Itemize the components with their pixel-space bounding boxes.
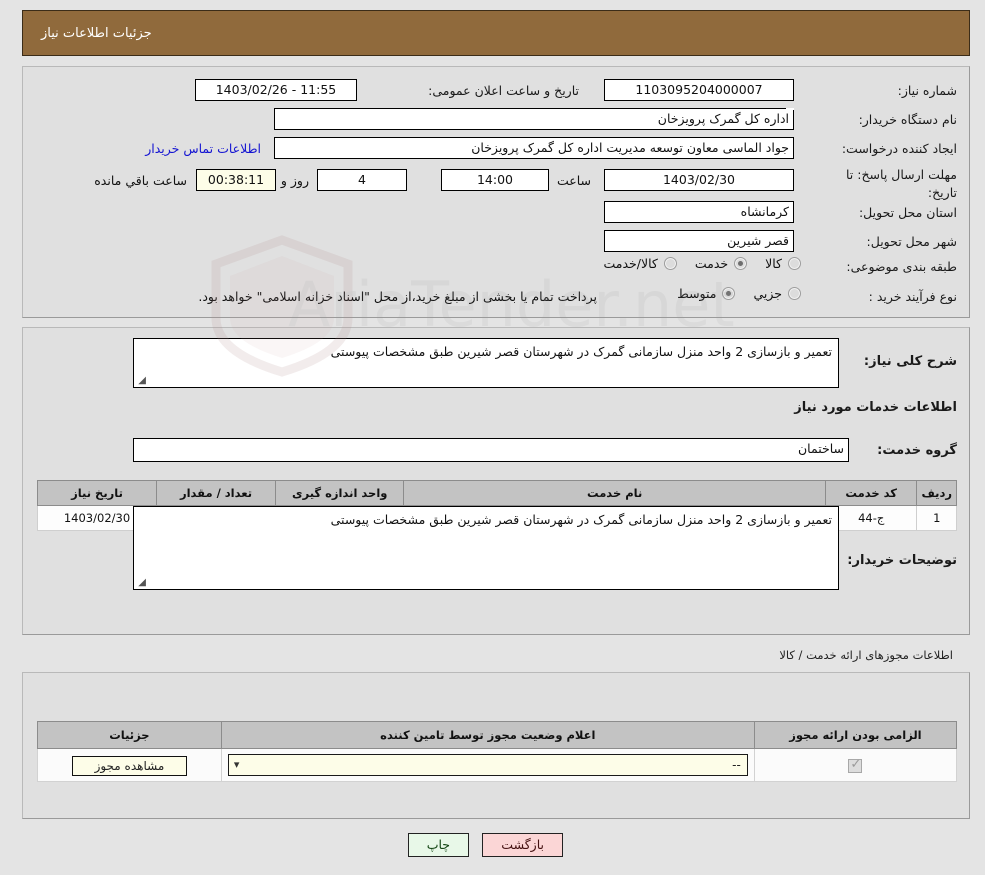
city-label: شهر محل تحویل: <box>866 234 957 249</box>
buyer-org-label: نام دستگاه خریدار: <box>858 112 957 127</box>
buyer-notes-textarea[interactable]: تعمیر و بازسازی 2 واحد منزل سازمانی گمرک… <box>133 506 839 590</box>
back-button[interactable]: بازگشت <box>482 833 563 857</box>
radio-icon[interactable] <box>734 256 748 270</box>
deadline-time-field[interactable]: 14:00 <box>441 169 549 191</box>
category-option-2[interactable]: کالا/خدمت <box>603 255 677 271</box>
countdown-label: ساعت باقي مانده <box>94 173 187 188</box>
category-option-label: خدمت <box>694 256 729 271</box>
category-option-1[interactable]: خدمت <box>694 255 748 271</box>
page-header-bar: جزئیات اطلاعات نیاز <box>22 10 970 56</box>
buyer-notes-label: توضیحات خریدار: <box>847 553 957 568</box>
need-number-field[interactable]: 1103095204000007 <box>604 79 794 101</box>
permits-panel: الزامی بودن ارائه مجوز اعلام وضعیت مجوز ت… <box>22 672 970 819</box>
table-row: -- ▾ مشاهده مجوز <box>37 748 958 782</box>
page-title: جزئیات اطلاعات نیاز <box>41 25 152 41</box>
permit-details-cell: مشاهده مجوز <box>37 748 222 782</box>
permit-status-value: -- <box>732 758 741 772</box>
service-group-label: گروه خدمت: <box>877 443 957 458</box>
permits-table: الزامی بودن ارائه مجوز اعلام وضعیت مجوز ت… <box>37 721 958 782</box>
radio-icon[interactable] <box>788 286 801 300</box>
need-number-label: شماره نیاز: <box>897 83 957 98</box>
checkmark-icon <box>848 757 863 773</box>
permit-required-cell <box>753 748 958 782</box>
radio-icon[interactable] <box>663 256 677 270</box>
announce-datetime-field[interactable]: 11:55 - 1403/02/26 <box>195 79 357 101</box>
category-label: طبقه بندی موضوعی: <box>846 259 957 274</box>
services-cell-row: 1 <box>916 505 957 531</box>
payment-note: پرداخت تمام یا بخشی از مبلغ خرید،از محل … <box>198 289 597 304</box>
requester-label: ایجاد کننده درخواست: <box>841 141 957 156</box>
view-permit-button[interactable]: مشاهده مجوز <box>71 755 188 776</box>
hour-label: ساعت <box>556 173 591 188</box>
process-label: نوع فرآیند خرید : <box>868 289 957 304</box>
general-need-textarea[interactable]: تعمیر و بازسازی 2 واحد منزل سازمانی گمرک… <box>133 338 839 388</box>
general-need-text: تعمیر و بازسازی 2 واحد منزل سازمانی گمرک… <box>330 344 832 359</box>
process-option-label: متوسط <box>677 286 717 301</box>
province-field[interactable]: کرمانشاه <box>604 201 794 223</box>
print-button[interactable]: چاپ <box>407 833 469 857</box>
chevron-down-icon[interactable]: ▾ <box>234 755 240 775</box>
resize-grip-icon[interactable]: ◢ <box>136 376 146 386</box>
category-option-0[interactable]: کالا <box>765 255 801 271</box>
requester-field[interactable]: جواد الماسی معاون توسعه مدیریت اداره کل … <box>274 137 794 159</box>
general-need-label: شرح کلی نیاز: <box>863 354 957 369</box>
buyer-org-field[interactable]: اداره کل گمرک پرویزخان <box>274 108 794 130</box>
services-table-header-row: ردیف کد خدمت نام خدمت واحد اندازه گیری تعداد… <box>36 480 957 506</box>
permits-column-header: جزئیات <box>37 721 222 749</box>
city-field[interactable]: قصر شیرین <box>604 230 794 252</box>
need-info-panel: شماره نیاز: 1103095204000007 تاریخ و ساع… <box>22 66 970 318</box>
page-root: جزئیات اطلاعات نیاز شماره نیاز: 11030952… <box>0 0 985 875</box>
services-info-heading: اطلاعات خدمات مورد نیاز <box>794 400 957 415</box>
countdown-field: 00:38:11 <box>196 169 276 191</box>
process-option-1[interactable]: متوسط <box>677 285 736 301</box>
services-column-header: تعداد / مقدار <box>156 480 277 506</box>
deadline-label-line2: تاریخ: <box>927 185 957 200</box>
services-column-header: تاریخ نیاز <box>36 480 158 506</box>
radio-icon[interactable] <box>788 256 801 270</box>
buyer-org-field-overflow <box>786 108 794 110</box>
permit-status-cell: -- ▾ <box>220 748 755 782</box>
buyer-notes-text: تعمیر و بازسازی 2 واحد منزل سازمانی گمرک… <box>330 512 832 527</box>
process-option-0[interactable]: جزیي <box>753 285 801 301</box>
category-option-label: کالا <box>765 256 782 271</box>
announce-datetime-label: تاریخ و ساعت اعلان عمومی: <box>428 83 579 98</box>
resize-grip-icon-notes[interactable]: ◢ <box>136 578 146 588</box>
province-label: استان محل تحویل: <box>858 205 957 220</box>
deadline-label-line1: مهلت ارسال پاسخ: تا <box>846 167 957 182</box>
permits-column-header: الزامی بودن ارائه مجوز <box>753 721 958 749</box>
process-option-label: جزیي <box>753 286 782 301</box>
radio-icon[interactable] <box>722 286 736 300</box>
services-cell-code: ج-44 <box>824 505 918 531</box>
deadline-date-field[interactable]: 1403/02/30 <box>604 169 794 191</box>
permits-column-header: اعلام وضعیت مجوز توسط تامین کننده <box>220 721 755 749</box>
process-radio-group[interactable]: جزیي متوسط <box>659 285 801 301</box>
services-column-header: کد خدمت <box>824 480 918 506</box>
remaining-days-field[interactable]: 4 <box>317 169 407 191</box>
days-label: روز و <box>280 173 309 188</box>
buyer-contact-link[interactable]: اطلاعات تماس خریدار <box>145 141 261 156</box>
description-panel: شرح کلی نیاز: تعمیر و بازسازی 2 واحد منز… <box>22 327 970 635</box>
permits-section-caption: اطلاعات مجوزهای ارائه خدمت / کالا <box>779 648 953 662</box>
services-column-header: نام خدمت <box>403 480 826 506</box>
services-column-header: واحد اندازه گیری <box>275 480 405 506</box>
category-radio-group[interactable]: کالا خدمت کالا/خدمت <box>585 255 801 271</box>
permit-status-select[interactable]: -- ▾ <box>227 754 748 776</box>
permits-table-header-row: الزامی بودن ارائه مجوز اعلام وضعیت مجوز ت… <box>37 721 958 749</box>
service-group-field[interactable]: ساختمان <box>133 438 849 462</box>
category-option-label: کالا/خدمت <box>603 256 658 271</box>
services-column-header: ردیف <box>916 480 957 506</box>
